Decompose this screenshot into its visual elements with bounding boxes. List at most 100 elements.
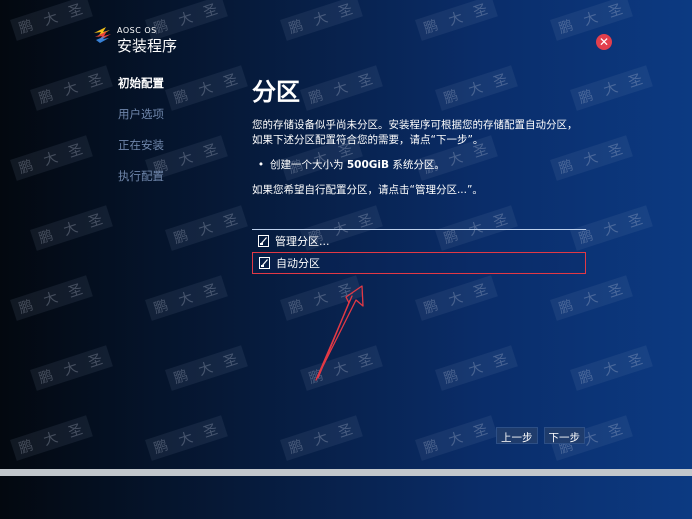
watermark-tile: 鹏大圣 <box>415 0 498 41</box>
watermark-char: 圣 <box>66 2 84 22</box>
watermark-char: 大 <box>42 10 60 30</box>
watermark-char: 大 <box>42 150 60 170</box>
watermark-char: 圣 <box>201 2 219 22</box>
watermark-char: 圣 <box>471 282 489 302</box>
watermark-tile: 鹏大圣 <box>300 345 383 391</box>
watermark-tile: 鹏大圣 <box>30 205 113 251</box>
watermark-tile: 鹏大圣 <box>280 415 363 461</box>
watermark-char: 大 <box>177 430 195 450</box>
watermark-char: 圣 <box>606 282 624 302</box>
partition-plan-item: • 创建一个大小为 500GiB 系统分区。 <box>252 158 588 173</box>
watermark-char: 鹏 <box>37 88 55 108</box>
watermark-tile: 鹏大圣 <box>550 0 633 41</box>
watermark-char: 圣 <box>221 72 239 92</box>
watermark-char: 圣 <box>201 142 219 162</box>
watermark-char: 大 <box>447 290 465 310</box>
watermark-char: 圣 <box>66 142 84 162</box>
watermark-tile: 鹏大圣 <box>10 415 93 461</box>
watermark-char: 圣 <box>221 352 239 372</box>
watermark-char: 大 <box>467 360 485 380</box>
watermark-char: 鹏 <box>172 228 190 248</box>
watermark-char: 鹏 <box>172 88 190 108</box>
watermark-tile: 鹏大圣 <box>10 0 93 41</box>
close-button[interactable]: ✕ <box>596 34 612 50</box>
app-title: 安装程序 <box>117 37 178 55</box>
watermark-char: 大 <box>62 220 80 240</box>
watermark-char: 大 <box>602 360 620 380</box>
watermark-char: 大 <box>312 430 330 450</box>
disk-icon <box>258 235 269 247</box>
wizard-nav: 上一步 下一步 <box>496 427 585 444</box>
watermark-char: 鹏 <box>557 298 575 318</box>
watermark-char: 大 <box>42 290 60 310</box>
watermark-char: 圣 <box>626 72 644 92</box>
watermark-char: 大 <box>197 220 215 240</box>
watermark-char: 鹏 <box>287 298 305 318</box>
watermark-tile: 鹏大圣 <box>30 65 113 111</box>
watermark-char: 鹏 <box>17 298 35 318</box>
description: 您的存储设备似乎尚未分区。安装程序可根据您的存储配置自动分区， 如果下述分区配置… <box>252 118 588 148</box>
main-panel: 分区 您的存储设备似乎尚未分区。安装程序可根据您的存储配置自动分区， 如果下述分… <box>252 78 588 198</box>
watermark-char: 圣 <box>491 352 509 372</box>
watermark-char: 大 <box>312 10 330 30</box>
page-title: 分区 <box>252 78 300 106</box>
partition-options: 管理分区... 自动分区 <box>252 229 586 274</box>
watermark-tile: 鹏大圣 <box>145 415 228 461</box>
description-line-2: 如果下述分区配置符合您的需要，请点“下一步”。 <box>252 134 484 146</box>
watermark-char: 大 <box>177 290 195 310</box>
watermark-char: 圣 <box>86 212 104 232</box>
watermark-tile: 鹏大圣 <box>165 205 248 251</box>
bullet-icon: • <box>257 159 265 171</box>
watermark-tile: 鹏大圣 <box>435 345 518 391</box>
watermark-char: 圣 <box>86 72 104 92</box>
watermark-tile: 鹏大圣 <box>415 415 498 461</box>
step-post-config: 执行配置 <box>118 169 164 183</box>
watermark-char: 圣 <box>86 352 104 372</box>
progress-bar <box>0 469 692 476</box>
watermark-char: 鹏 <box>287 18 305 38</box>
watermark-char: 大 <box>582 290 600 310</box>
watermark-char: 鹏 <box>17 158 35 178</box>
watermark-char: 鹏 <box>442 368 460 388</box>
watermark-char: 圣 <box>471 422 489 442</box>
watermark-tile: 鹏大圣 <box>570 345 653 391</box>
auto-partition-label: 自动分区 <box>276 257 320 270</box>
watermark-char: 圣 <box>201 422 219 442</box>
bullet-suffix: 系统分区。 <box>388 159 445 171</box>
watermark-char: 圣 <box>221 212 239 232</box>
watermark-char: 圣 <box>606 142 624 162</box>
watermark-char: 大 <box>582 10 600 30</box>
disk-icon <box>259 257 270 269</box>
auto-partition-option[interactable]: 自动分区 <box>252 252 586 274</box>
watermark-char: 大 <box>42 430 60 450</box>
watermark-char: 鹏 <box>422 438 440 458</box>
watermark-char: 大 <box>197 80 215 100</box>
watermark-tile: 鹏大圣 <box>145 275 228 321</box>
watermark-char: 鹏 <box>422 298 440 318</box>
step-installing: 正在安装 <box>118 138 164 152</box>
manage-partitions-option[interactable]: 管理分区... <box>252 230 586 252</box>
watermark-tile: 鹏大圣 <box>550 275 633 321</box>
watermark-char: 大 <box>332 360 350 380</box>
watermark-char: 圣 <box>356 352 374 372</box>
next-button[interactable]: 下一步 <box>543 427 585 444</box>
manual-partition-prompt: 如果您希望自行配置分区，请点击“管理分区...”。 <box>252 184 483 196</box>
watermark-char: 圣 <box>471 2 489 22</box>
watermark-char: 大 <box>602 220 620 240</box>
watermark-char: 大 <box>447 10 465 30</box>
watermark-tile: 鹏大圣 <box>415 275 498 321</box>
watermark-char: 大 <box>602 80 620 100</box>
watermark-char: 鹏 <box>172 368 190 388</box>
watermark-char: 圣 <box>606 2 624 22</box>
watermark-tile: 鹏大圣 <box>280 275 363 321</box>
watermark-char: 鹏 <box>37 368 55 388</box>
watermark-tile: 鹏大圣 <box>10 275 93 321</box>
watermark-char: 圣 <box>336 2 354 22</box>
watermark-char: 大 <box>197 360 215 380</box>
watermark-char: 大 <box>312 290 330 310</box>
watermark-char: 鹏 <box>307 368 325 388</box>
watermark-char: 圣 <box>336 422 354 442</box>
watermark-char: 鹏 <box>152 438 170 458</box>
close-icon: ✕ <box>598 35 610 49</box>
back-button[interactable]: 上一步 <box>496 427 538 444</box>
